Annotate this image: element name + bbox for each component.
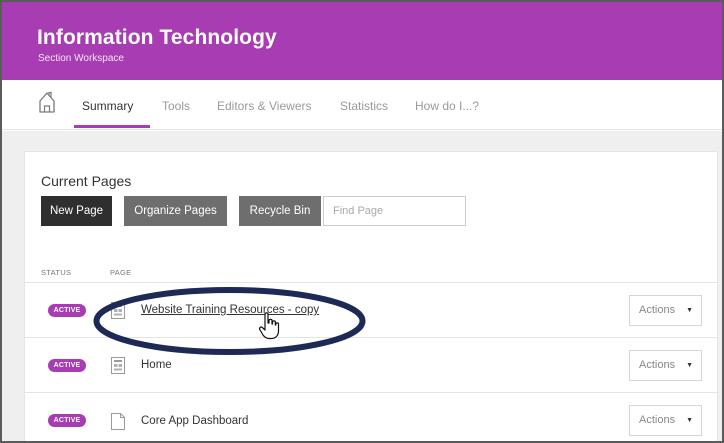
status-column-header: STATUS bbox=[41, 268, 72, 277]
status-badge: ACTIVE bbox=[48, 359, 86, 372]
status-badge: ACTIVE bbox=[48, 414, 86, 427]
tab-statistics[interactable]: Statistics bbox=[340, 99, 388, 113]
app-window: Information Technology Section Workspace… bbox=[0, 0, 724, 443]
hand-pointer-icon bbox=[259, 312, 280, 340]
tab-editors-viewers[interactable]: Editors & Viewers bbox=[217, 99, 311, 113]
page-link-website-training-resources-copy[interactable]: Website Training Resources - copy bbox=[141, 304, 319, 316]
actions-label: Actions bbox=[639, 414, 676, 426]
actions-label: Actions bbox=[639, 304, 676, 316]
organize-pages-button[interactable]: Organize Pages bbox=[124, 196, 227, 226]
caret-down-icon: ▼ bbox=[686, 362, 693, 369]
workspace-subtitle: Section Workspace bbox=[38, 53, 124, 64]
actions-dropdown[interactable]: Actions ▼ bbox=[629, 295, 702, 326]
page-link-core-app-dashboard[interactable]: Core App Dashboard bbox=[141, 415, 248, 427]
new-page-button[interactable]: New Page bbox=[41, 196, 112, 226]
active-tab-indicator bbox=[74, 125, 150, 128]
find-page-input[interactable] bbox=[323, 196, 466, 226]
workspace-header: Information Technology Section Workspace bbox=[2, 2, 722, 80]
page-grid-icon bbox=[111, 357, 125, 374]
tab-how-do-i[interactable]: How do I...? bbox=[415, 99, 479, 113]
page-blank-icon bbox=[111, 413, 125, 430]
current-pages-title: Current Pages bbox=[41, 173, 132, 189]
actions-dropdown[interactable]: Actions ▼ bbox=[629, 405, 702, 436]
caret-down-icon: ▼ bbox=[686, 417, 693, 424]
workspace-nav: Summary Tools Editors & Viewers Statisti… bbox=[2, 80, 722, 130]
content-area: Current Pages New Page Organize Pages Re… bbox=[2, 131, 722, 441]
table-row: ACTIVE Home Actions ▼ bbox=[25, 337, 717, 392]
page-column-header: PAGE bbox=[110, 268, 132, 277]
caret-down-icon: ▼ bbox=[686, 307, 693, 314]
recycle-bin-button[interactable]: Recycle Bin bbox=[239, 196, 321, 226]
workspace-title: Information Technology bbox=[37, 26, 277, 49]
tab-tools[interactable]: Tools bbox=[162, 99, 190, 113]
actions-label: Actions bbox=[639, 359, 676, 371]
current-pages-panel: Current Pages New Page Organize Pages Re… bbox=[24, 151, 718, 441]
table-row: ACTIVE Website Training Resources - copy… bbox=[25, 282, 717, 337]
page-link-home[interactable]: Home bbox=[141, 359, 172, 371]
actions-dropdown[interactable]: Actions ▼ bbox=[629, 350, 702, 381]
table-row: ACTIVE Core App Dashboard Actions ▼ bbox=[25, 392, 717, 441]
status-badge: ACTIVE bbox=[48, 304, 86, 317]
home-icon[interactable] bbox=[38, 91, 56, 113]
tab-summary[interactable]: Summary bbox=[82, 99, 133, 113]
page-grid-icon bbox=[111, 302, 125, 319]
